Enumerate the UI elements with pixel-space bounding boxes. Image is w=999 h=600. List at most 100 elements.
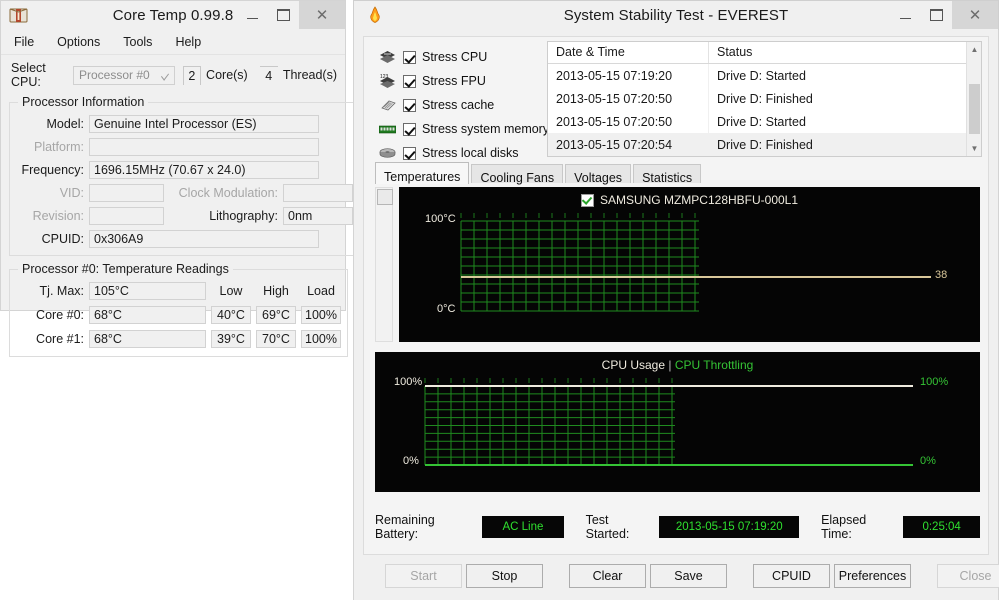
tjmax-label: Tj. Max: <box>39 284 84 298</box>
core1-load: 100% <box>301 330 341 348</box>
elapsed-time-label: Elapsed Time: <box>821 513 867 541</box>
log-col-status[interactable]: Status <box>708 42 981 64</box>
cpu-axis-top-left-label: 100% <box>394 376 423 388</box>
stress-cache-label: Stress cache <box>422 98 495 112</box>
lithography-value: 0nm <box>283 206 353 225</box>
stop-button[interactable]: Stop <box>466 564 543 588</box>
menu-tools[interactable]: Tools <box>120 33 155 51</box>
cpu-axis-bottom-right-label: 0% <box>920 455 936 467</box>
preferences-button[interactable]: Preferences <box>834 564 911 588</box>
clock-modulation-label: Clock Modulation: <box>178 185 278 200</box>
maximize-button[interactable] <box>268 1 299 29</box>
cpu-usage-series-line <box>425 385 913 387</box>
scroll-down-icon[interactable]: ▼ <box>967 141 981 156</box>
menu-help[interactable]: Help <box>172 33 204 51</box>
stress-cache-checkbox[interactable] <box>403 98 416 112</box>
cpu-grid <box>424 378 675 466</box>
tab-statistics[interactable]: Statistics <box>633 164 702 185</box>
stress-memory-checkbox[interactable] <box>403 122 416 136</box>
table-row[interactable]: 2013-05-15 07:20:54 Drive D: Finished <box>548 133 981 156</box>
close-button[interactable]: ✕ <box>299 1 345 29</box>
cpuid-value: 0x306A9 <box>89 229 319 248</box>
log-col-datetime[interactable]: Date & Time <box>548 42 709 64</box>
stress-disks-checkbox[interactable] <box>403 146 416 160</box>
processor-information-legend: Processor Information <box>22 95 145 109</box>
temperature-graph-scrollbar[interactable] <box>375 187 393 342</box>
close-button[interactable]: ✕ <box>952 1 998 29</box>
cpuid-button[interactable]: CPUID <box>753 564 830 588</box>
minimize-button[interactable] <box>237 1 268 29</box>
field-cpuid: CPUID: 0x306A9 <box>16 228 353 249</box>
threads-label: Thread(s) <box>282 68 337 82</box>
core0-load: 100% <box>301 306 341 324</box>
model-value: Genuine Intel Processor (ES) <box>89 114 319 133</box>
stress-fpu-label: Stress FPU <box>422 74 486 88</box>
select-cpu-label: Select CPU: <box>11 61 46 89</box>
platform-label: Platform: <box>33 139 84 154</box>
clear-button[interactable]: Clear <box>569 564 646 588</box>
stress-option-cache[interactable]: Stress cache <box>378 93 556 117</box>
field-revision-litho: Revision: Lithography: 0nm <box>16 205 353 226</box>
scrollbar-thumb[interactable] <box>969 84 980 134</box>
vid-value <box>89 183 164 202</box>
elapsed-time-value: 0:25:04 <box>903 516 980 538</box>
everest-window: System Stability Test - EVEREST ✕ Stress… <box>353 0 999 600</box>
stress-option-memory[interactable]: Stress system memory <box>378 117 556 141</box>
core1-low: 39°C <box>211 330 251 348</box>
core0-low: 40°C <box>211 306 251 324</box>
table-row[interactable]: 2013-05-15 07:20:50 Drive D: Finished <box>548 87 981 110</box>
tab-temperatures[interactable]: Temperatures <box>375 162 470 184</box>
stress-memory-label: Stress system memory <box>422 122 550 136</box>
stress-disks-label: Stress local disks <box>422 146 519 160</box>
everest-content-panel: Stress CPU 123 Stress FPU Stress cache S… <box>363 36 989 555</box>
log-scrollbar[interactable]: ▲ ▼ <box>966 42 981 156</box>
table-row[interactable]: 2013-05-15 07:20:50 Drive D: Started <box>548 110 981 133</box>
revision-value <box>89 206 164 225</box>
core1-high: 70°C <box>256 330 296 348</box>
stress-cpu-label: Stress CPU <box>422 50 488 64</box>
select-cpu-row: Select CPU: Processor #0 2 Core(s) 4 Thr… <box>1 55 345 93</box>
log-datetime: 2013-05-15 07:20:54 <box>548 133 709 156</box>
minimize-button[interactable] <box>890 1 921 29</box>
stress-option-cpu[interactable]: Stress CPU <box>378 45 556 69</box>
test-started-value: 2013-05-15 07:19:20 <box>659 516 800 538</box>
temperature-series-line <box>461 275 931 278</box>
tab-cooling-fans[interactable]: Cooling Fans <box>471 164 564 185</box>
cores-count: 2 <box>182 65 202 85</box>
cpu-axis-bottom-left-label: 0% <box>403 455 419 467</box>
frequency-value: 1696.15MHz (70.67 x 24.0) <box>89 160 319 179</box>
field-frequency: Frequency: 1696.15MHz (70.67 x 24.0) <box>16 159 353 180</box>
menu-options[interactable]: Options <box>54 33 103 51</box>
close-button[interactable]: Close <box>937 564 999 588</box>
graphs-area: SAMSUNG MZMPC128HBFU-000L1 100°C 0°C 38 … <box>375 187 980 492</box>
core1-label: Core #1: <box>36 332 84 346</box>
temp-current-value-label: 38 <box>935 268 948 281</box>
menu-file[interactable]: File <box>11 33 37 51</box>
frequency-label: Frequency: <box>21 162 84 177</box>
tjmax-value: 105°C <box>89 282 206 300</box>
everest-titlebar[interactable]: System Stability Test - EVEREST ✕ <box>353 0 999 30</box>
scroll-up-icon[interactable]: ▲ <box>967 42 981 57</box>
start-button[interactable]: Start <box>385 564 462 588</box>
stress-fpu-checkbox[interactable] <box>403 74 416 88</box>
column-header-low: Low <box>219 284 243 298</box>
core-row: Core #0: 68°C 40°C 69°C 100% <box>16 304 341 326</box>
field-vid-clockmod: VID: Clock Modulation: <box>16 182 353 203</box>
core-temp-titlebar[interactable]: Core Temp 0.99.8 ✕ <box>0 0 346 30</box>
maximize-button[interactable] <box>921 1 952 29</box>
core-temp-window: Core Temp 0.99.8 ✕ File Options Tools He… <box>0 0 360 357</box>
stress-option-fpu[interactable]: 123 Stress FPU <box>378 69 556 93</box>
test-started-label: Test Started: <box>585 513 630 541</box>
graph-tabs: Temperatures Cooling Fans Voltages Stati… <box>375 161 703 185</box>
select-cpu-dropdown[interactable]: Processor #0 <box>73 65 175 85</box>
core-temp-body: File Options Tools Help Select CPU: Proc… <box>0 30 360 357</box>
log-datetime: 2013-05-15 07:20:50 <box>548 110 709 133</box>
save-button[interactable]: Save <box>650 564 727 588</box>
test-status-bar: Remaining Battery: AC Line Test Started:… <box>375 513 980 541</box>
tab-voltages[interactable]: Voltages <box>565 164 632 185</box>
table-row[interactable]: 2013-05-15 07:19:20 Drive D: Started <box>548 63 981 87</box>
stress-cpu-checkbox[interactable] <box>403 50 416 64</box>
scrollbar-thumb[interactable] <box>377 189 393 205</box>
platform-value <box>89 137 319 156</box>
core-temp-menubar: File Options Tools Help <box>1 30 345 55</box>
